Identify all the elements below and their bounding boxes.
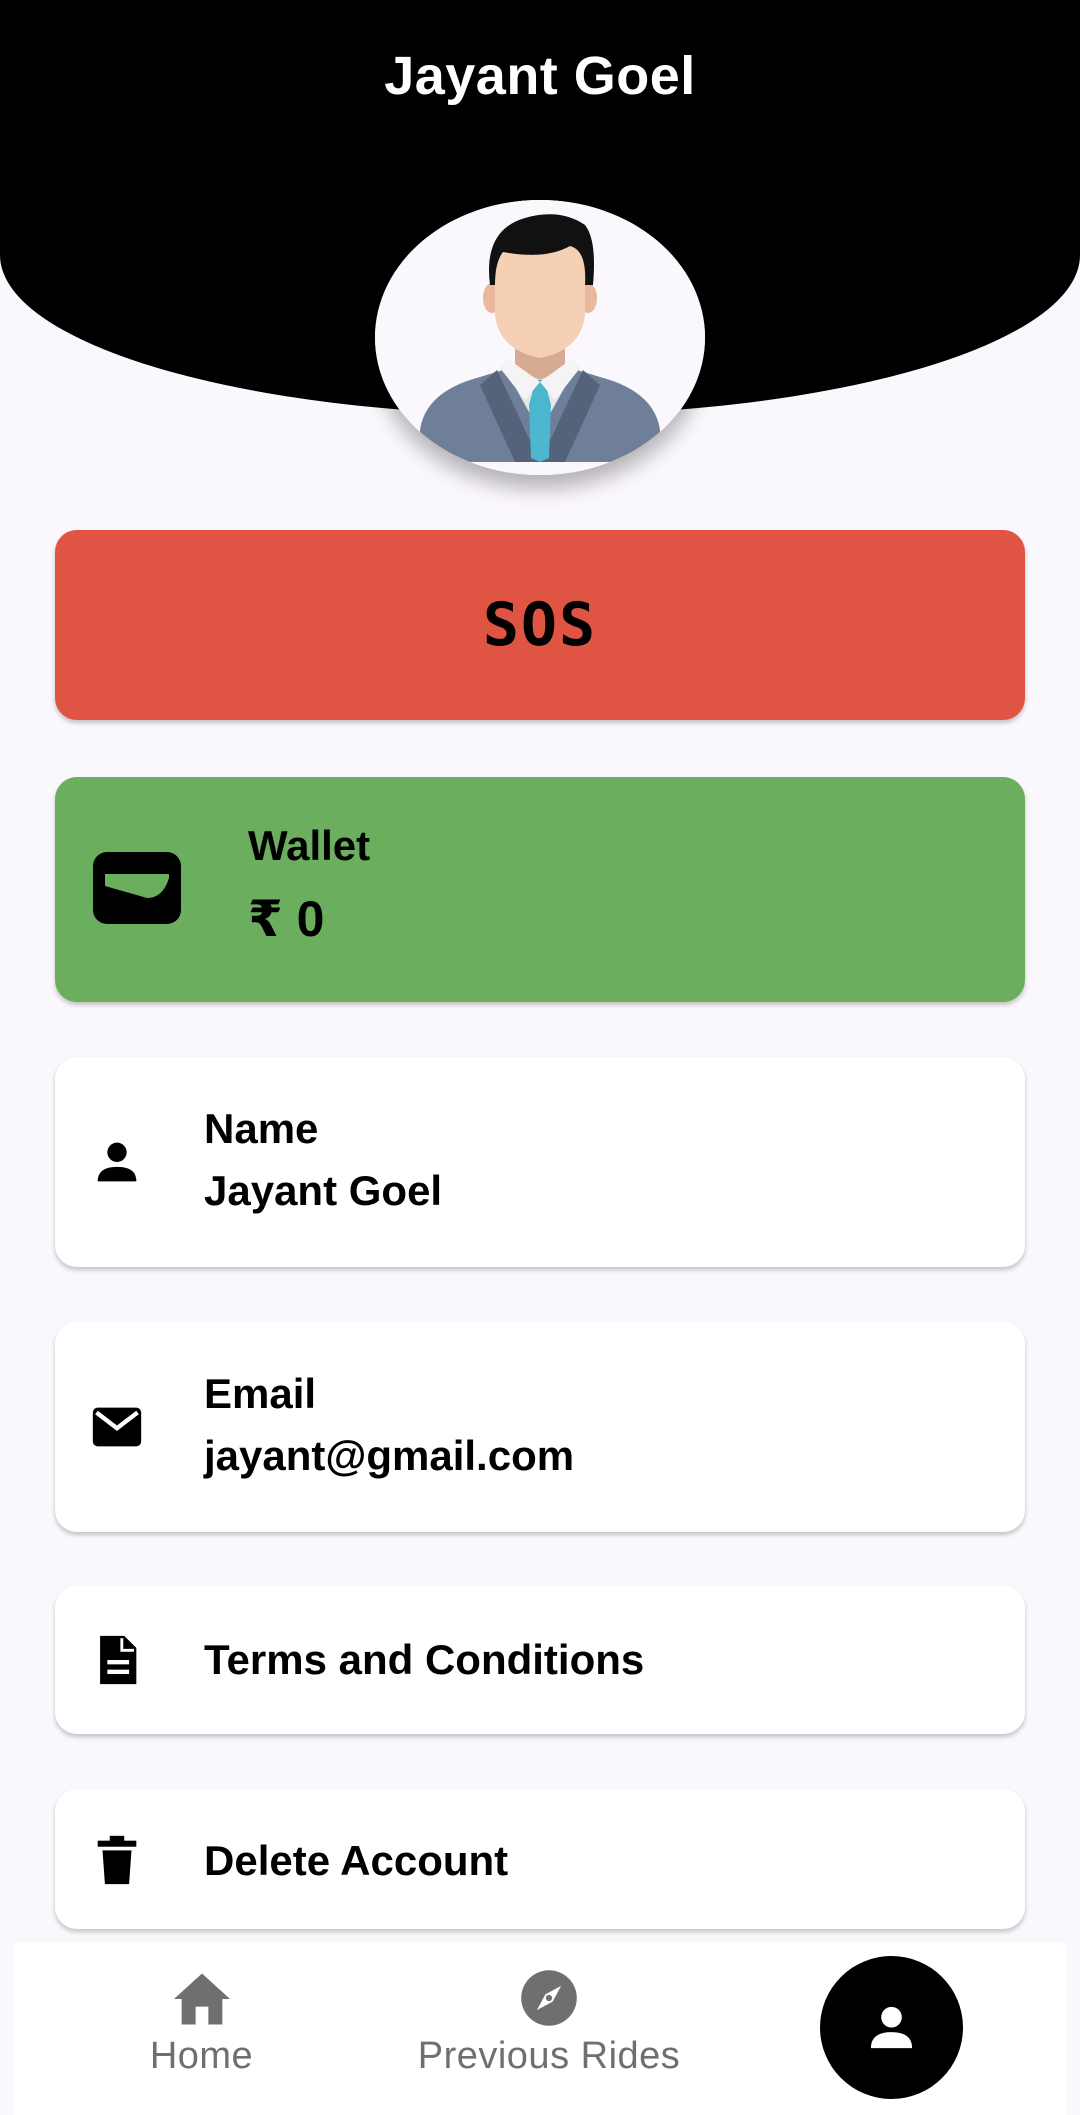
person-icon xyxy=(97,1142,137,1182)
bottom-navigation: Home Previous Rides xyxy=(14,1943,1066,2115)
sos-button[interactable]: SOS xyxy=(55,530,1025,720)
avatar-illustration xyxy=(375,200,705,475)
nav-home-label: Home xyxy=(149,2035,254,2077)
home-icon xyxy=(174,1973,230,2025)
page-title: Jayant Goel xyxy=(384,46,696,106)
avatar xyxy=(375,200,705,475)
mail-icon xyxy=(92,1407,142,1447)
wallet-balance: ₹ 0 xyxy=(248,891,325,947)
wallet-card[interactable]: Wallet ₹ 0 xyxy=(55,777,1025,1002)
email-label: Email xyxy=(204,1370,317,1417)
nav-previous-rides[interactable]: Previous Rides xyxy=(404,1943,694,2115)
profile-icon xyxy=(870,2006,913,2049)
delete-account-item[interactable]: Delete Account xyxy=(55,1789,1025,1929)
nav-profile[interactable] xyxy=(820,1956,963,2099)
name-card: Name Jayant Goel xyxy=(55,1057,1025,1267)
wallet-title: Wallet xyxy=(248,822,371,869)
terms-and-conditions-item[interactable]: Terms and Conditions xyxy=(55,1586,1025,1734)
wallet-icon xyxy=(93,852,181,924)
delete-account-label: Delete Account xyxy=(204,1837,509,1884)
name-value: Jayant Goel xyxy=(204,1167,443,1214)
trash-icon xyxy=(97,1835,137,1885)
sos-label: SOS xyxy=(482,590,598,660)
name-label: Name xyxy=(204,1105,319,1152)
email-value: jayant@gmail.com xyxy=(204,1432,575,1479)
document-icon xyxy=(100,1635,137,1685)
email-card: Email jayant@gmail.com xyxy=(55,1322,1025,1532)
nav-previous-rides-label: Previous Rides xyxy=(417,2035,681,2077)
terms-label: Terms and Conditions xyxy=(204,1636,645,1683)
nav-home[interactable]: Home xyxy=(109,1943,294,2115)
compass-icon xyxy=(521,1970,577,2026)
